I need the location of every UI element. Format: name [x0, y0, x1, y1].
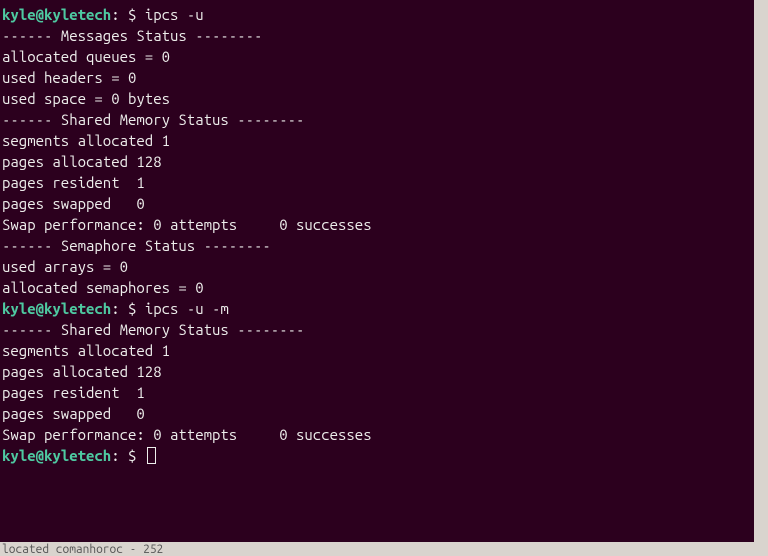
sem-header: ------ Semaphore Status -------- — [2, 235, 766, 256]
prompt-path — [120, 447, 128, 464]
prompt-line-1[interactable]: kyle@kyletech: $ ipcs -u — [2, 4, 766, 25]
prompt-user-host: kyle@kyletech — [2, 6, 111, 23]
messages-line-2: used headers = 0 — [2, 67, 766, 88]
sem-line-1: used arrays = 0 — [2, 256, 766, 277]
prompt-path — [120, 6, 128, 23]
scrollbar[interactable] — [754, 0, 768, 556]
shm-header-2: ------ Shared Memory Status -------- — [2, 319, 766, 340]
prompt-line-2[interactable]: kyle@kyletech: $ ipcs -u -m — [2, 298, 766, 319]
prompt-user-host: kyle@kyletech — [2, 447, 111, 464]
shm2-line-3: pages resident 1 — [2, 382, 766, 403]
prompt-dollar: $ — [128, 447, 136, 464]
prompt-line-3[interactable]: kyle@kyletech: $ — [2, 445, 766, 466]
prompt-colon: : — [111, 6, 119, 23]
shm-line-2: pages allocated 128 — [2, 151, 766, 172]
shm2-line-4: pages swapped 0 — [2, 403, 766, 424]
shm2-line-1: segments allocated 1 — [2, 340, 766, 361]
prompt-dollar: $ — [128, 300, 136, 317]
command-1: ipcs -u — [145, 6, 204, 23]
shm-line-5: Swap performance: 0 attempts 0 successes — [2, 214, 766, 235]
status-strip: located comanhoroc - 252 — [0, 542, 754, 556]
shm2-line-2: pages allocated 128 — [2, 361, 766, 382]
shm-line-1: segments allocated 1 — [2, 130, 766, 151]
cursor-icon — [147, 447, 156, 464]
shm-header: ------ Shared Memory Status -------- — [2, 109, 766, 130]
prompt-path — [120, 300, 128, 317]
messages-line-3: used space = 0 bytes — [2, 88, 766, 109]
shm2-line-5: Swap performance: 0 attempts 0 successes — [2, 424, 766, 445]
shm-line-3: pages resident 1 — [2, 172, 766, 193]
prompt-colon: : — [111, 447, 119, 464]
sem-line-2: allocated semaphores = 0 — [2, 277, 766, 298]
prompt-colon: : — [111, 300, 119, 317]
shm-line-4: pages swapped 0 — [2, 193, 766, 214]
command-2: ipcs -u -m — [145, 300, 229, 317]
prompt-dollar: $ — [128, 6, 136, 23]
messages-header: ------ Messages Status -------- — [2, 25, 766, 46]
messages-line-1: allocated queues = 0 — [2, 46, 766, 67]
prompt-user-host: kyle@kyletech — [2, 300, 111, 317]
